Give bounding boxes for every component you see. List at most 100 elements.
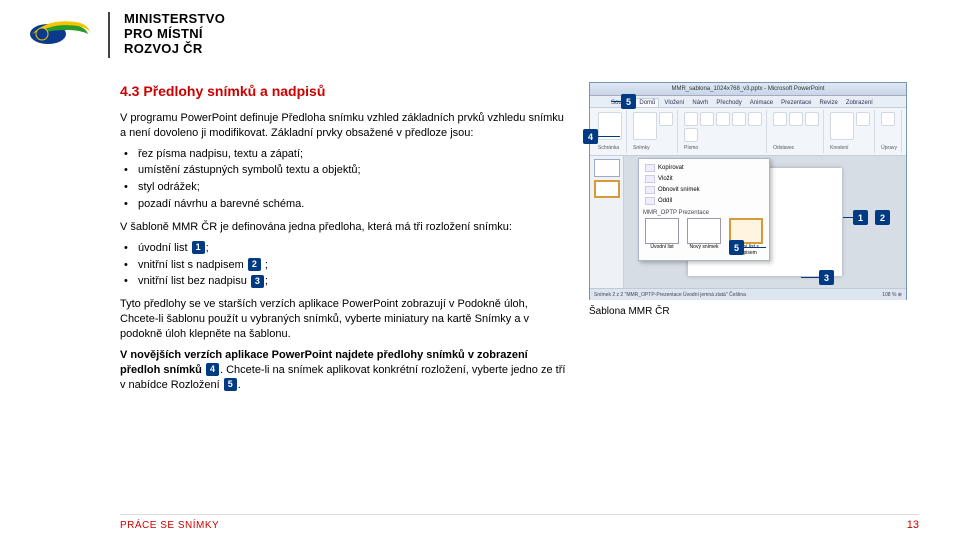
- layout-label: vnitřní list s nadpisem: [138, 259, 244, 271]
- font-icon[interactable]: [684, 112, 698, 126]
- badge-3: 3: [251, 275, 264, 288]
- layout-label: vnitřní list bez nadpisu: [138, 275, 247, 287]
- badge-4-inline: 4: [206, 363, 219, 376]
- para-icon[interactable]: [805, 112, 819, 126]
- section-title: 4.3 Předlohy snímků a nadpisů: [120, 82, 569, 101]
- bullet-item: vnitřní list s nadpisem 2 ;: [124, 258, 569, 273]
- flyout-item[interactable]: Kopírovat: [643, 163, 765, 173]
- callout-2: 2: [875, 210, 890, 225]
- layout-bullets: úvodní list 1; vnitřní list s nadpisem 2…: [124, 241, 569, 290]
- ribbon-tab[interactable]: Prezentace: [778, 99, 814, 107]
- style-icon[interactable]: [856, 112, 870, 126]
- layout-icon[interactable]: [659, 112, 673, 126]
- font-icon[interactable]: [700, 112, 714, 126]
- para-icon[interactable]: [789, 112, 803, 126]
- layout-label: úvodní list: [138, 242, 188, 254]
- ribbon-group: Úpravy: [877, 110, 902, 153]
- font-icon[interactable]: [748, 112, 762, 126]
- intro-paragraph: V programu PowerPoint definuje Předloha …: [120, 111, 569, 141]
- ribbon-group-label: Písmo: [684, 145, 762, 151]
- ribbon-tab[interactable]: Zobrazení: [843, 99, 876, 107]
- badge-2: 2: [248, 258, 261, 271]
- ribbon-tab[interactable]: Přechody: [713, 99, 744, 107]
- status-right: 108 % ⊕: [882, 292, 902, 298]
- ribbon-group: Odstavec: [769, 110, 824, 153]
- para-icon[interactable]: [773, 112, 787, 126]
- menu-icon: [645, 197, 655, 205]
- flyout-layout-thumbs: Úvodní list Nový snímek Vnitřní list s n…: [643, 218, 765, 256]
- footer-section-label: PRÁCE SE SNÍMKY: [120, 520, 219, 531]
- callout-1: 1: [853, 210, 868, 225]
- slide-thumbnail[interactable]: [594, 159, 620, 177]
- ribbon-tab-active[interactable]: Domů: [635, 98, 659, 107]
- powerpoint-window: MMR_sablona_1024x768_v3.pptx - Microsoft…: [589, 82, 907, 300]
- layout-thumb[interactable]: Úvodní list: [643, 218, 681, 256]
- figure-caption: Šablona MMR ČR: [589, 306, 907, 317]
- window-titlebar: MMR_sablona_1024x768_v3.pptx - Microsoft…: [590, 83, 906, 96]
- template-intro: V šabloně MMR ČR je definována jedna pře…: [120, 220, 569, 235]
- font-icon[interactable]: [732, 112, 746, 126]
- badge-1: 1: [192, 241, 205, 254]
- bullet-item: styl odrážek;: [124, 180, 569, 195]
- bullet-item: vnitřní list bez nadpisu 3;: [124, 274, 569, 289]
- figure-column: 4 5 5 3 1 2 MMR_sablona_1024x768_v3.pptx…: [589, 82, 919, 398]
- bullet-item: řez písma nadpisu, textu a zápatí;: [124, 147, 569, 162]
- ribbon-tab[interactable]: Vložení: [661, 99, 687, 107]
- bullet-item: pozadí návrhu a barevné schéma.: [124, 197, 569, 212]
- text-column: 4.3 Předlohy snímků a nadpisů V programu…: [120, 82, 569, 398]
- ministry-line: MINISTERSTVO: [124, 12, 225, 27]
- shapes-icon[interactable]: [830, 112, 854, 140]
- flyout-section-header: MMR_OPTP Prezentace: [643, 210, 765, 216]
- ribbon-group: Kreslení: [826, 110, 875, 153]
- flyout-item[interactable]: Obnovit snímek: [643, 185, 765, 195]
- ribbon-tab[interactable]: Návrh: [689, 99, 711, 107]
- content-row: 4.3 Předlohy snímků a nadpisů V programu…: [0, 58, 959, 398]
- mmr-logo-icon: [28, 12, 94, 50]
- page-header: MINISTERSTVO PRO MÍSTNÍ ROZVOJ ČR: [0, 0, 959, 58]
- callout-5-top: 5: [621, 94, 636, 109]
- new-slide-icon[interactable]: [633, 112, 657, 140]
- para-new-c: .: [238, 379, 241, 391]
- menu-icon: [645, 164, 655, 172]
- menu-icon: [645, 186, 655, 194]
- layout-flyout-menu: Kopírovat Vložit Obnovit snímek Oddíl MM…: [638, 158, 770, 261]
- paragraph-old-versions: Tyto předlohy se ve starších verzích apl…: [120, 297, 569, 342]
- bullet-item: úvodní list 1;: [124, 241, 569, 256]
- status-left: Snímek 2 z 2 "MMR_OPTP-Prezentace Úvodní…: [594, 292, 746, 298]
- status-bar: Snímek 2 z 2 "MMR_OPTP-Prezentace Úvodní…: [590, 288, 906, 300]
- ribbon-group-label: Úpravy: [881, 145, 897, 151]
- find-icon[interactable]: [881, 112, 895, 126]
- ministry-line: PRO MÍSTNÍ: [124, 27, 225, 42]
- header-divider: [108, 12, 110, 58]
- menu-icon: [645, 175, 655, 183]
- font-icon[interactable]: [684, 128, 698, 142]
- ribbon-group-label: Schránka: [598, 145, 622, 151]
- font-icon[interactable]: [716, 112, 730, 126]
- page-footer: PRÁCE SE SNÍMKY 13: [120, 514, 919, 531]
- ribbon-tab[interactable]: Animace: [747, 99, 776, 107]
- ribbon-tabs: Soubor Domů Vložení Návrh Přechody Anima…: [590, 96, 906, 108]
- callout-5-mid: 5: [729, 240, 744, 255]
- flyout-item[interactable]: Oddíl: [643, 196, 765, 206]
- ribbon-body: Schránka Snímky: [590, 108, 906, 156]
- ribbon-group: Schránka: [594, 110, 627, 153]
- slide-thumbnail-selected[interactable]: [594, 180, 620, 198]
- ribbon-group-label: Kreslení: [830, 145, 870, 151]
- ribbon-group-label: Odstavec: [773, 145, 819, 151]
- page-number: 13: [907, 519, 919, 531]
- layout-thumb[interactable]: Nový snímek: [685, 218, 723, 256]
- preloha-bullets: řez písma nadpisu, textu a zápatí; umíst…: [124, 147, 569, 212]
- ribbon-tab[interactable]: Revize: [816, 99, 840, 107]
- suffix: ;: [265, 259, 268, 271]
- thumbnail-pane: [590, 156, 624, 288]
- figure-wrap: 4 5 5 3 1 2 MMR_sablona_1024x768_v3.pptx…: [589, 82, 907, 322]
- ribbon-group-label: Snímky: [633, 145, 673, 151]
- bullet-item: umístění zástupných symbolů textu a obje…: [124, 163, 569, 178]
- flyout-item[interactable]: Vložit: [643, 174, 765, 184]
- badge-5-inline: 5: [224, 378, 237, 391]
- ribbon-group: Snímky: [629, 110, 678, 153]
- ministry-name: MINISTERSTVO PRO MÍSTNÍ ROZVOJ ČR: [124, 12, 225, 57]
- callout-4: 4: [583, 129, 598, 144]
- suffix: ;: [206, 242, 209, 254]
- paragraph-new-versions: V novějších verzích aplikace PowerPoint …: [120, 348, 569, 393]
